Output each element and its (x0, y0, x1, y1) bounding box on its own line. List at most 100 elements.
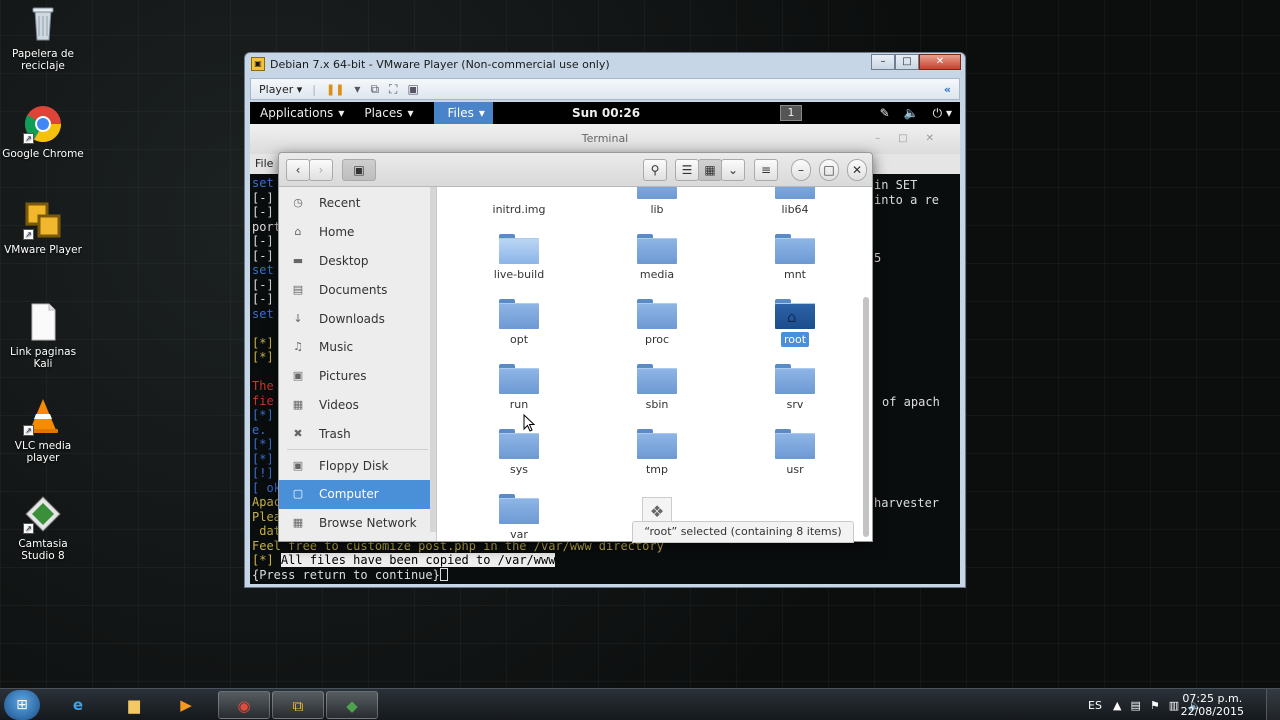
chevron-left-icon: ‹ (295, 163, 301, 177)
file-item[interactable]: lib64 (735, 187, 855, 216)
terminal-window-controls[interactable]: –□✕ (875, 124, 952, 154)
file-item[interactable]: sbin (597, 364, 717, 411)
files-app-menu[interactable]: Files ▾ (433, 102, 493, 124)
sidebar-item-label: Videos (319, 397, 359, 412)
desktop-icon-vmware[interactable]: ↗ VMware Player (0, 200, 86, 256)
minimize-button[interactable]: – (871, 54, 895, 70)
file-item[interactable]: srv (735, 364, 855, 411)
mouse-pointer-icon (523, 413, 536, 436)
file-item[interactable]: mnt (735, 234, 855, 281)
show-desktop-button[interactable] (1266, 689, 1280, 720)
terminal-fragment: of apach (882, 395, 940, 409)
taskbar-clock[interactable]: 07:25 p.m. 22/08/2015 (1181, 692, 1244, 718)
taskbar-camtasia[interactable]: ◆ (326, 691, 378, 719)
maximize-button[interactable]: □ (895, 54, 919, 70)
file-grid-scrollbar[interactable] (862, 187, 870, 543)
sidebar-item-browse-network[interactable]: ▦ Browse Network (279, 509, 436, 538)
scrollbar-thumb[interactable] (863, 297, 869, 537)
applications-menu[interactable]: Applications ▾ (250, 102, 354, 124)
desktop-icon-chrome[interactable]: ↗ Google Chrome (0, 104, 86, 160)
taskbar-media-player[interactable]: ▶ (160, 691, 212, 719)
selection-status: “root” selected (containing 8 items) (632, 521, 854, 543)
sidebar-item-music[interactable]: ♫ Music (279, 333, 436, 362)
clock-time: 07:25 p.m. (1182, 692, 1243, 705)
sidebar-scrollbar[interactable] (430, 187, 436, 532)
maximize-button[interactable]: □ (819, 159, 839, 181)
shortcut-arrow-icon: ↗ (23, 133, 34, 144)
sidebar-item-videos[interactable]: ▦ Videos (279, 391, 436, 420)
desktop-icon-recycle-bin[interactable]: Papelera de reciclaje (0, 4, 86, 72)
file-item[interactable]: live-build (459, 234, 579, 281)
workspace-indicator[interactable]: 1 (780, 105, 802, 121)
vmware-icon: ⧉ (292, 697, 304, 715)
terminal-file-menu[interactable]: File (255, 157, 273, 170)
flag-icon[interactable]: ⚑ (1150, 699, 1160, 712)
sidebar-item-trash[interactable]: ✖ Trash (279, 419, 436, 448)
vmware-titlebar[interactable]: ▣ Debian 7.x 64-bit - VMware Player (Non… (245, 53, 965, 75)
path-bar-computer-button[interactable]: ▣ (342, 159, 376, 181)
chevron-down-icon[interactable]: ▾ (354, 82, 360, 96)
file-item[interactable]: proc (597, 299, 717, 346)
desktop-icon-vlc[interactable]: ↗ VLC media player (0, 396, 86, 464)
collapse-toolbar-icon[interactable]: « (944, 83, 951, 96)
forward-button[interactable]: › (309, 159, 333, 181)
power-icon[interactable]: ⏻ ▾ (933, 106, 952, 121)
sidebar-item-pictures[interactable]: ▣ Pictures (279, 362, 436, 391)
fullscreen-icon[interactable]: ⛶ (389, 82, 397, 97)
gnome-clock[interactable]: Sun 00:26 (572, 106, 640, 120)
file-item[interactable]: ⌂ root (735, 299, 855, 347)
internet-explorer-icon: e (72, 696, 84, 714)
send-ctrl-alt-del-icon[interactable]: ⧉ (370, 82, 379, 97)
search-button[interactable]: ⚲ (643, 159, 667, 181)
back-button[interactable]: ‹ (286, 159, 310, 181)
volume-icon[interactable]: 🔈 (904, 106, 919, 121)
terminal-titlebar[interactable]: Terminal –□✕ (250, 124, 960, 154)
desktop-icon-text-file[interactable]: Link paginas Kali (0, 302, 86, 370)
unity-icon[interactable]: ▣ (407, 82, 418, 96)
action-center-icon[interactable]: ▥ (1169, 699, 1179, 712)
sidebar-places: ◷ Recent ⌂ Home ▬ Desktop ▤ Documents ↓ Downloads… (279, 187, 436, 448)
minimize-button[interactable]: – (791, 159, 811, 181)
file-item[interactable]: media (597, 234, 717, 281)
places-menu[interactable]: Places ▾ (354, 102, 423, 124)
sidebar-item-home[interactable]: ⌂ Home (279, 218, 436, 247)
sidebar-item-floppy-disk[interactable]: ▣ Floppy Disk (279, 451, 436, 480)
sidebar-item-recent[interactable]: ◷ Recent (279, 189, 436, 218)
file-item[interactable]: opt (459, 299, 579, 346)
taskbar-vmware[interactable]: ⧉ (272, 691, 324, 719)
pictures-icon: ▣ (292, 369, 304, 383)
sidebar-item-documents[interactable]: ▤ Documents (279, 275, 436, 304)
file-item-label: live-build (493, 268, 545, 281)
file-item[interactable]: usr (735, 429, 855, 476)
file-item[interactable]: tmp (597, 429, 717, 476)
sidebar-item-desktop[interactable]: ▬ Desktop (279, 247, 436, 276)
file-item[interactable]: run (459, 364, 579, 411)
close-button[interactable]: ✕ (847, 159, 867, 181)
taskbar-chrome[interactable]: ◉ (218, 691, 270, 719)
close-button[interactable]: ✕ (919, 54, 961, 70)
terminal-line-text: [*] (252, 350, 274, 364)
language-indicator[interactable]: ES (1088, 689, 1102, 720)
menu-button[interactable]: ≡ (754, 159, 778, 181)
sidebar-item-downloads[interactable]: ↓ Downloads (279, 304, 436, 333)
file-item[interactable]: lib (597, 187, 717, 216)
file-item[interactable]: sys (459, 429, 579, 476)
sidebar-item-label: Documents (319, 282, 388, 297)
file-item[interactable]: var (459, 494, 579, 541)
chrome-icon: ◉ (237, 697, 251, 715)
sidebar-item-computer[interactable]: ▢ Computer (279, 479, 436, 509)
grid-view-button[interactable]: ▦ (698, 159, 722, 181)
desktop-icon-camtasia[interactable]: ↗ Camtasia Studio 8 (0, 494, 86, 562)
taskbar-explorer[interactable]: ▆ (108, 691, 160, 719)
start-button[interactable]: ⊞ (4, 690, 40, 720)
view-options-button[interactable]: ⌄ (721, 159, 745, 181)
file-item[interactable]: initrd.img (459, 187, 579, 216)
pen-icon[interactable]: ✎ (880, 106, 890, 121)
list-view-button[interactable]: ☰ (675, 159, 699, 181)
network-tray-icon[interactable]: ▤ (1130, 699, 1140, 712)
show-hidden-icons-icon[interactable]: ▲ (1113, 699, 1121, 712)
taskbar-ie[interactable]: e (52, 691, 104, 719)
files-headerbar[interactable]: ‹ › ▣ ⚲ ☰ ▦ ⌄ ≡ – □ ✕ (279, 153, 872, 187)
player-menu[interactable]: Player ▾ (259, 83, 302, 96)
pause-icon[interactable]: ❚❚ (326, 83, 344, 96)
